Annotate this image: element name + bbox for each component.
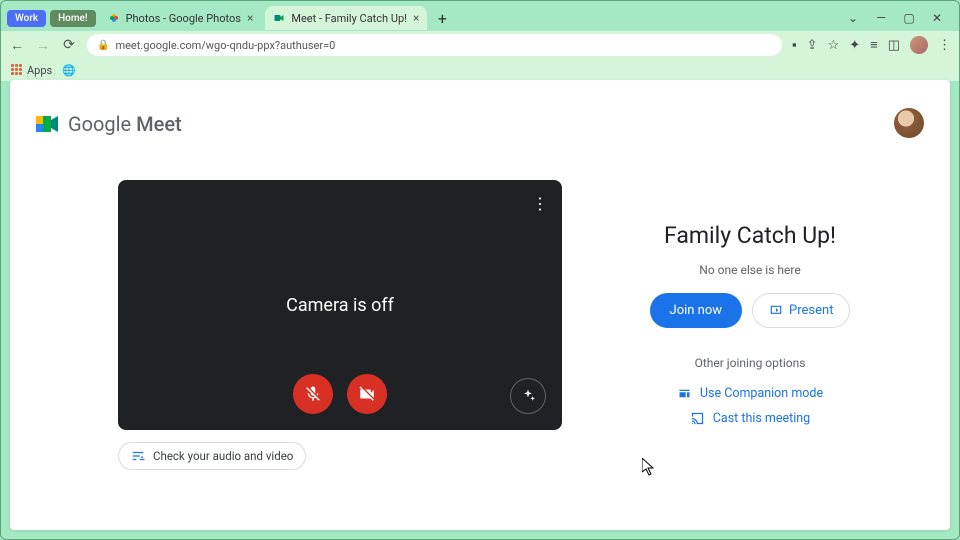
mouse-cursor-icon: [642, 458, 658, 478]
cast-icon: [690, 411, 705, 426]
apps-shortcut[interactable]: Apps: [11, 64, 52, 77]
effects-button[interactable]: [510, 378, 546, 414]
address-bar[interactable]: 🔒 meet.google.com/wgo-qndu-ppx?authuser=…: [87, 34, 782, 56]
check-audio-video-button[interactable]: Check your audio and video: [118, 442, 306, 470]
tab-meet[interactable]: Meet - Family Catch Up! ×: [265, 6, 427, 30]
forward-button[interactable]: →: [35, 37, 51, 54]
close-window-icon[interactable]: ✕: [929, 11, 945, 25]
other-options-label: Other joining options: [695, 356, 806, 370]
star-icon[interactable]: ☆: [828, 38, 840, 53]
check-audio-label: Check your audio and video: [153, 449, 293, 463]
devices-icon: [677, 386, 692, 401]
panel-icon[interactable]: ◫: [888, 38, 900, 53]
profile-badge-home[interactable]: Home!: [50, 10, 95, 27]
browser-toolbar: ← → ⟳ 🔒 meet.google.com/wgo-qndu-ppx?aut…: [1, 31, 959, 59]
camera-off-icon: [358, 385, 376, 403]
reload-button[interactable]: ⟳: [61, 37, 77, 53]
present-label: Present: [789, 303, 833, 318]
tab-photos[interactable]: Photos - Google Photos ×: [100, 6, 262, 30]
list-icon[interactable]: ≡: [870, 37, 878, 53]
close-tab-icon[interactable]: ×: [413, 11, 419, 25]
window-controls: ⌄ — ▢ ✕: [845, 11, 953, 25]
extensions-icon[interactable]: ✦: [849, 38, 860, 53]
brand-text: Google Meet: [68, 112, 182, 136]
account-avatar[interactable]: [894, 108, 924, 138]
present-button[interactable]: Present: [752, 293, 850, 328]
tab-strip: Work Home! Photos - Google Photos × Meet…: [1, 1, 959, 31]
cast-meeting-link[interactable]: Cast this meeting: [690, 411, 810, 426]
mic-toggle-button[interactable]: [293, 374, 333, 414]
globe-icon[interactable]: 🌐: [62, 64, 76, 77]
cast-label: Cast this meeting: [713, 411, 810, 426]
participants-status: No one else is here: [699, 263, 800, 277]
profile-avatar-icon[interactable]: [910, 36, 928, 54]
close-tab-icon[interactable]: ×: [247, 11, 253, 25]
menu-icon[interactable]: ⋮: [938, 38, 951, 53]
chevron-down-icon[interactable]: ⌄: [845, 11, 861, 25]
share-icon[interactable]: ⇪: [807, 38, 818, 53]
meet-header: Google Meet: [36, 112, 182, 136]
photos-favicon-icon: [108, 12, 120, 24]
companion-label: Use Companion mode: [700, 386, 823, 401]
minimize-icon[interactable]: —: [873, 11, 889, 25]
page-content: Google Meet ⋮ Camera is off Check your a…: [10, 80, 950, 530]
join-panel: Family Catch Up! No one else is here Joi…: [610, 222, 890, 436]
meet-favicon-icon: [273, 12, 285, 24]
meeting-title: Family Catch Up!: [664, 222, 836, 249]
mic-off-icon: [304, 385, 322, 403]
apps-label: Apps: [27, 64, 52, 77]
tab-title: Meet - Family Catch Up!: [291, 12, 407, 25]
maximize-icon[interactable]: ▢: [901, 11, 917, 25]
companion-mode-link[interactable]: Use Companion mode: [677, 386, 823, 401]
bookmarks-bar: Apps 🌐: [1, 59, 959, 81]
video-icon[interactable]: ▪: [792, 37, 797, 53]
meet-logo-icon: [36, 114, 60, 134]
profile-badge-work[interactable]: Work: [7, 10, 46, 27]
apps-grid-icon: [11, 64, 23, 76]
present-icon: [769, 304, 783, 318]
more-options-icon[interactable]: ⋮: [532, 194, 548, 213]
camera-toggle-button[interactable]: [347, 374, 387, 414]
lock-icon: 🔒: [97, 40, 109, 51]
url-text: meet.google.com/wgo-qndu-ppx?authuser=0: [115, 39, 335, 52]
new-tab-button[interactable]: +: [431, 7, 453, 29]
video-preview: ⋮ Camera is off: [118, 180, 562, 430]
sparkle-icon: [520, 388, 536, 404]
join-now-button[interactable]: Join now: [650, 293, 743, 328]
camera-off-label: Camera is off: [286, 295, 394, 316]
tune-icon: [131, 449, 145, 463]
back-button[interactable]: ←: [9, 37, 25, 54]
tab-title: Photos - Google Photos: [126, 12, 241, 25]
